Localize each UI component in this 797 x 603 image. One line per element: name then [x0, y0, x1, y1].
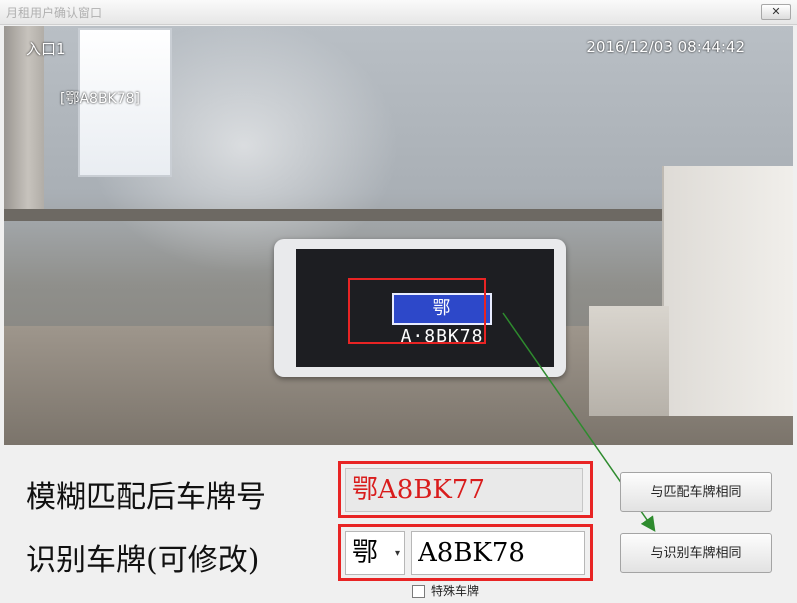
special-plate-checkbox[interactable] [412, 585, 425, 598]
fuzzy-match-label: 模糊匹配后车牌号 [26, 480, 266, 515]
plate-number-input[interactable] [411, 531, 585, 575]
fuzzy-plate-field: 鄂A8BK77 [345, 468, 583, 512]
same-as-matched-button[interactable]: 与匹配车牌相同 [620, 472, 772, 512]
province-select[interactable]: 鄂 ▾ [345, 531, 405, 575]
special-plate-option[interactable]: 特殊车牌 [412, 582, 479, 599]
same-as-recognized-button[interactable]: 与识别车牌相同 [620, 533, 772, 573]
special-plate-label: 特殊车牌 [431, 584, 480, 598]
chevron-down-icon: ▾ [394, 548, 400, 559]
province-value: 鄂 [352, 538, 379, 568]
recognized-plate-label: 识别车牌(可修改) [26, 543, 260, 578]
